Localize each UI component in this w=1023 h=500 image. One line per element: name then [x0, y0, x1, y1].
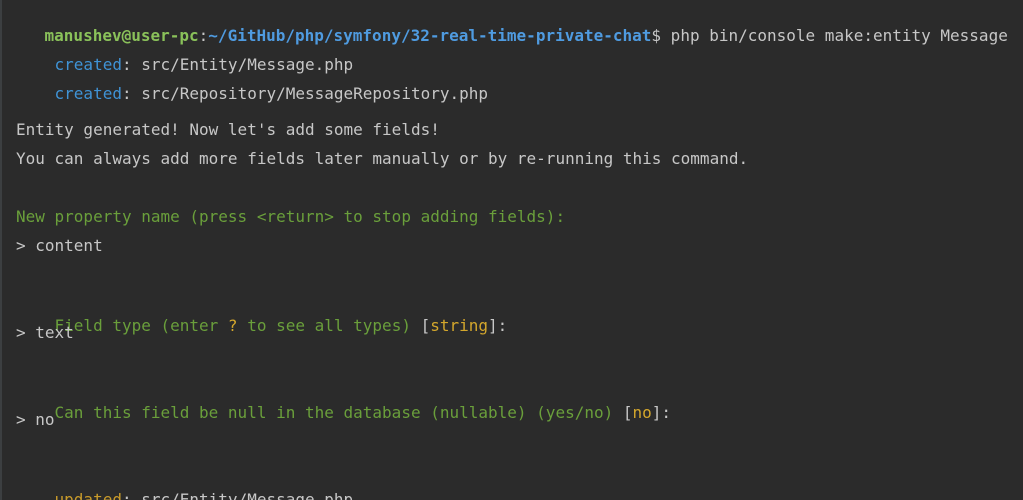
field-type-question: Field type (enter ? to see all types) [s…: [16, 293, 508, 335]
bracket-close: ]:: [488, 316, 508, 335]
question-text: Field type (enter: [54, 316, 228, 335]
updated-path: : src/Entity/Message.php: [121, 490, 354, 500]
updated-label: updated: [54, 490, 122, 500]
command-prompt-line: manushev@user-pc:~/GitHub/php/symfony/32…: [6, 3, 1008, 45]
created-label: created: [54, 84, 122, 103]
default-value: no: [632, 403, 652, 422]
info-line: Entity generated! Now let's add some fie…: [16, 120, 440, 139]
question-text: to see all types): [237, 316, 421, 335]
bracket-open: [: [420, 316, 431, 335]
created-line: created: src/Entity/Message.php: [16, 32, 354, 74]
prompt-dollar: $: [651, 26, 662, 45]
question-text: Can this field be null in the database (…: [54, 403, 623, 422]
nullable-question: Can this field be null in the database (…: [16, 380, 672, 422]
default-value: string: [430, 316, 489, 335]
terminal-window[interactable]: manushev@user-pc:~/GitHub/php/symfony/32…: [0, 0, 1023, 500]
updated-line: updated: src/Entity/Message.php: [16, 467, 354, 500]
info-line: You can always add more fields later man…: [16, 149, 749, 168]
question-mark-hint: ?: [227, 316, 238, 335]
bracket-close: ]:: [651, 403, 672, 422]
property-name-question: New property name (press <return> to sto…: [16, 207, 566, 226]
terminal-left-border: [0, 0, 2, 500]
field-type-answer: > text: [16, 323, 74, 342]
bracket-open: [: [622, 403, 633, 422]
prompt-command: php bin/console make:entity Message: [661, 26, 1008, 45]
created-line: created: src/Repository/MessageRepositor…: [16, 61, 488, 103]
property-name-answer: > content: [16, 236, 103, 255]
nullable-answer: > no: [16, 410, 55, 429]
created-path: : src/Repository/MessageRepository.php: [121, 84, 489, 103]
